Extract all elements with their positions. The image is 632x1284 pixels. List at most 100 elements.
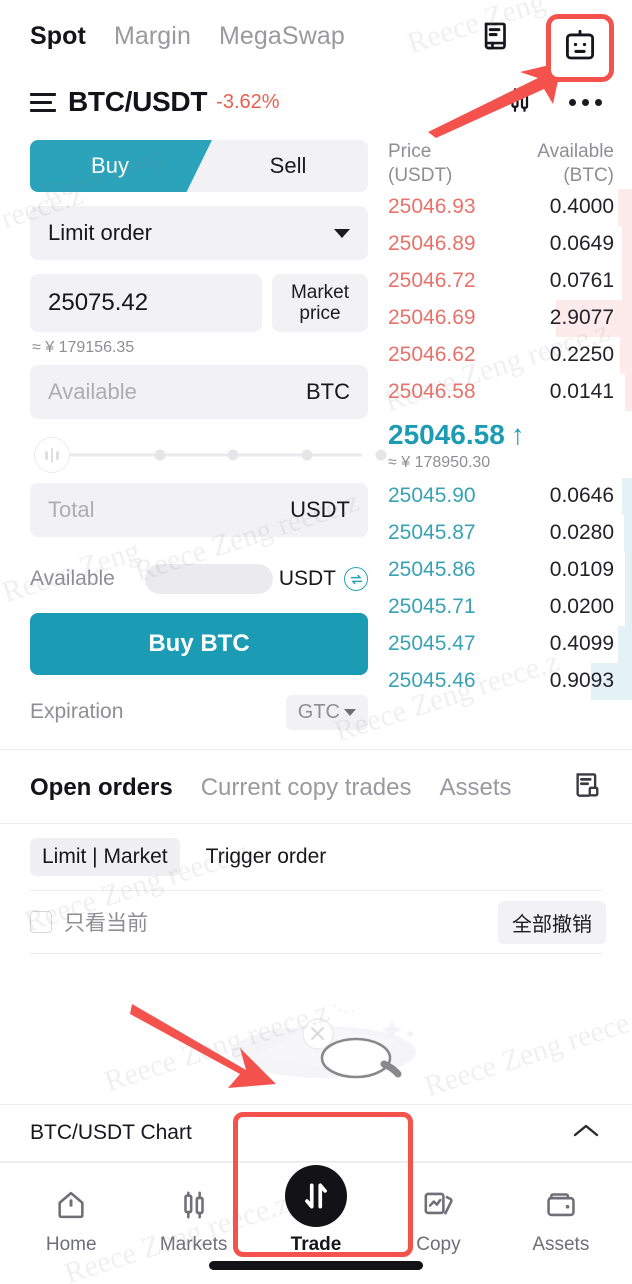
order-book-price-header: Price (USDT) (388, 141, 453, 187)
amount-slider[interactable] (30, 433, 387, 477)
depth-bar (625, 551, 632, 589)
swap-currency-icon[interactable] (344, 567, 368, 591)
amount-unit: BTC (306, 379, 350, 404)
available-unit: USDT (278, 567, 336, 590)
nav-assets[interactable]: Assets (500, 1188, 622, 1270)
order-form: Buy Sell Limit order 25075.42 Market pri… (0, 128, 387, 733)
order-book-amount-header: Available (BTC) (537, 141, 614, 187)
expiration-value: GTC (297, 700, 340, 723)
tab-assets[interactable]: Assets (439, 774, 511, 802)
robot-icon[interactable] (562, 28, 598, 69)
order-history-icon[interactable] (476, 16, 516, 56)
order-book-row[interactable]: 25045.86 0.0109 (388, 551, 632, 589)
slider-handle[interactable] (34, 437, 70, 473)
order-book-amount: 0.4099 (549, 632, 614, 656)
last-price-approx: ≈ ¥ 178950.30 (388, 453, 491, 471)
order-book-amount: 0.0109 (549, 558, 614, 582)
order-book-price: 25046.93 (388, 195, 476, 219)
total-input[interactable]: Total USDT (30, 483, 368, 537)
trade-swap-icon (285, 1165, 348, 1227)
order-type-select[interactable]: Limit order (30, 206, 368, 260)
order-book-row[interactable]: 25046.72 0.0761 (388, 262, 632, 300)
chart-bar-label: BTC/USDT Chart (30, 1121, 192, 1144)
subtab-limit-market[interactable]: Limit | Market (30, 838, 180, 876)
order-book-amount: 2.9077 (549, 306, 614, 330)
total-placeholder: Total (48, 497, 95, 522)
last-price: 25046.58 ↑ (388, 419, 614, 451)
amount-input[interactable]: Available BTC (30, 365, 368, 419)
chart-toggle-bar[interactable]: BTC/USDT Chart (0, 1105, 632, 1161)
order-book-bids: 25045.90 0.0646 25045.87 0.0280 25045.86 0.01… (388, 477, 632, 700)
amount-placeholder: Available (48, 379, 137, 404)
order-book-price: 25046.89 (388, 232, 476, 256)
market-price-button[interactable]: Market price (272, 274, 368, 332)
only-current-checkbox[interactable] (30, 911, 52, 933)
nav-assets-label: Assets (532, 1234, 590, 1255)
expiration-select[interactable]: GTC (285, 694, 368, 730)
order-book-row[interactable]: 25045.47 0.4099 (388, 625, 632, 663)
nav-trade-label: Trade (290, 1234, 342, 1255)
price-approx-value: ≈ ¥ 179156.35 (32, 339, 135, 356)
nav-home[interactable]: Home (10, 1188, 132, 1270)
chevron-up-icon[interactable] (570, 1121, 602, 1146)
tab-open-orders[interactable]: Open orders (30, 774, 173, 802)
more-dots-icon[interactable] (569, 98, 602, 106)
tab-megaswap[interactable]: MegaSwap (219, 22, 345, 51)
order-book-row[interactable]: 25046.69 2.9077 (388, 299, 632, 337)
order-type-value: Limit order (48, 220, 152, 245)
tab-spot[interactable]: Spot (30, 22, 86, 51)
depth-bar (622, 477, 632, 515)
wallet-icon (544, 1188, 578, 1227)
depth-bar (622, 262, 632, 300)
orders-tab-bar: Open orders Current copy trades Assets (0, 750, 632, 823)
slider-track (70, 453, 362, 457)
order-book-row[interactable]: 25045.90 0.0646 (388, 477, 632, 515)
hamburger-icon[interactable] (30, 92, 56, 112)
tab-current-copy-trades[interactable]: Current copy trades (201, 774, 412, 802)
order-book-row[interactable]: 25046.62 0.2250 (388, 336, 632, 374)
depth-bar (617, 625, 632, 663)
slider-tick-50[interactable] (227, 449, 239, 461)
expiration-row: Expiration GTC (30, 691, 368, 733)
nav-trade[interactable]: Trade (255, 1165, 377, 1270)
subtab-trigger-order[interactable]: Trigger order (194, 838, 339, 876)
nav-copy[interactable]: Copy (377, 1188, 499, 1270)
order-book-amount: 0.0646 (549, 484, 614, 508)
order-list-icon[interactable] (572, 770, 602, 805)
slider-tick-75[interactable] (301, 449, 313, 461)
depth-bar (625, 373, 632, 411)
sell-tab[interactable]: Sell (186, 140, 368, 192)
tab-margin[interactable]: Margin (114, 22, 191, 51)
order-book-row[interactable]: 25045.71 0.0200 (388, 588, 632, 626)
slider-tick-25[interactable] (154, 449, 166, 461)
order-book-price: 25045.86 (388, 558, 476, 582)
buy-tab[interactable]: Buy (30, 140, 212, 192)
price-input[interactable]: 25075.42 (30, 274, 262, 332)
cancel-all-button[interactable]: 全部撤销 (498, 900, 606, 944)
order-book-price: 25045.47 (388, 632, 476, 656)
candlestick-icon[interactable] (505, 85, 535, 120)
chevron-down-icon (334, 228, 350, 238)
price-change-badge: -3.62% (216, 90, 280, 113)
copy-cards-icon (421, 1188, 455, 1227)
last-price-block: 25046.58 ↑ ≈ ¥ 178950.30 (388, 411, 614, 478)
orders-filter-row: 只看当前 全部撤销 (0, 891, 632, 953)
order-book-price: 25045.46 (388, 669, 476, 693)
order-book-header: Price (USDT) Available (BTC) (388, 140, 614, 189)
order-book-row[interactable]: 25046.89 0.0649 (388, 225, 632, 263)
order-book-price: 25045.71 (388, 595, 476, 619)
order-book-row[interactable]: 25045.87 0.0280 (388, 514, 632, 552)
order-book-row[interactable]: 25046.93 0.4000 (388, 188, 632, 226)
nav-markets[interactable]: Markets (132, 1188, 254, 1270)
order-book: Price (USDT) Available (BTC) 25046.93 0.4… (380, 128, 632, 733)
nav-home-label: Home (45, 1234, 97, 1255)
pair-actions (505, 85, 602, 120)
app-root: Reece Zeng reece.z Reece Zeng Reece Zeng… (0, 0, 632, 1284)
submit-order-button[interactable]: Buy BTC (30, 613, 368, 675)
order-book-row[interactable]: 25046.58 0.0141 (388, 373, 632, 411)
order-book-row[interactable]: 25045.46 0.9093 (388, 662, 632, 700)
order-book-asks: 25046.93 0.4000 25046.89 0.0649 25046.72 0.07… (388, 188, 632, 411)
only-current-label: 只看当前 (64, 912, 148, 935)
page-title[interactable]: BTC/USDT (68, 86, 207, 118)
order-book-price: 25046.62 (388, 343, 476, 367)
